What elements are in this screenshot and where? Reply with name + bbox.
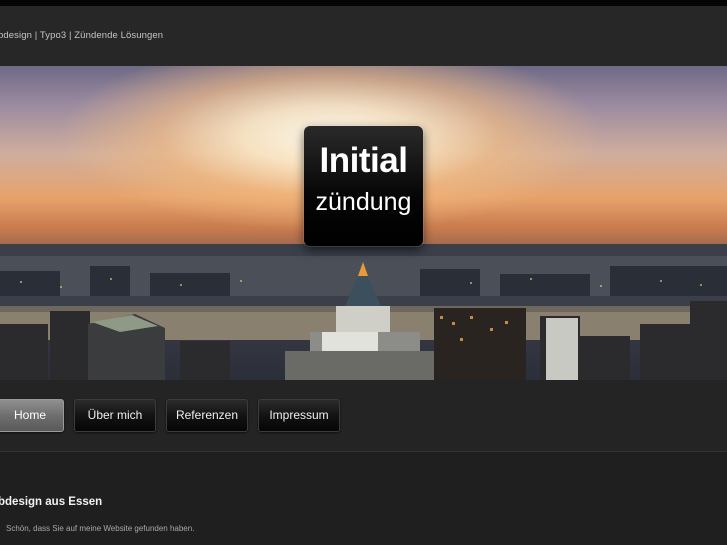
main-content: bdesign aus Essen Schön, dass Sie auf me… [0, 453, 727, 545]
intro-text: Schön, dass Sie auf meine Website gefund… [6, 524, 195, 533]
initialzuendung-logo: Initial zündung [304, 126, 423, 246]
logo-line-initial: Initial [319, 141, 408, 180]
nav-referenzen-button[interactable]: Referenzen [166, 399, 248, 432]
site-header: bdesign | Typo3 | Zündende Lösungen [0, 6, 727, 66]
page-heading: bdesign aus Essen [0, 496, 103, 508]
logo-line-zuendung: zündung [315, 188, 412, 216]
site-tagline: bdesign | Typo3 | Zündende Lösungen [0, 30, 164, 41]
main-navigation: Home Über mich Referenzen Impressum [0, 380, 727, 452]
nav-impressum-button[interactable]: Impressum [258, 399, 340, 432]
nav-home-button[interactable]: Home [0, 399, 64, 432]
hero-banner: Initial zündung [0, 66, 727, 380]
nav-ueber-mich-button[interactable]: Über mich [74, 399, 156, 432]
